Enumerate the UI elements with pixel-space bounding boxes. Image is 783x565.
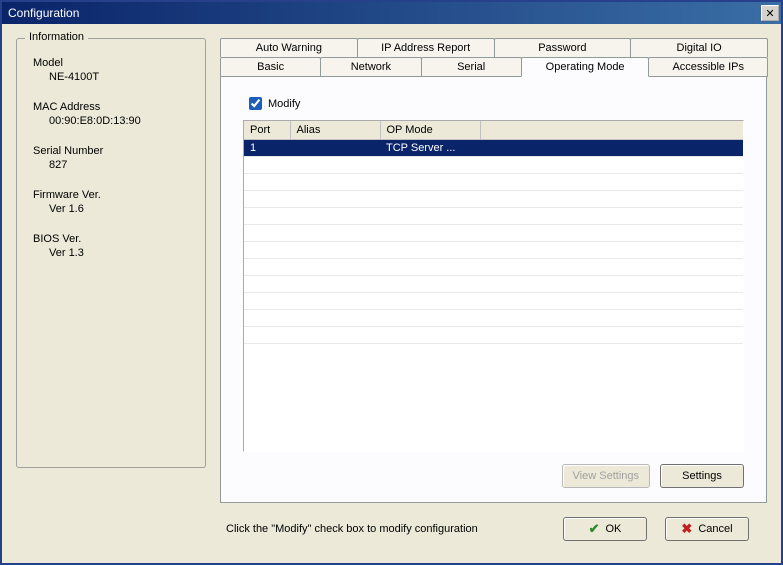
- col-header-opmode[interactable]: OP Mode: [380, 121, 480, 139]
- cell-spacer: [480, 139, 743, 156]
- information-groupbox: Information Model NE-4100T MAC Address 0…: [16, 38, 206, 468]
- footer-hint: Click the "Modify" check box to modify c…: [226, 523, 478, 535]
- titlebar: Configuration ✕: [2, 2, 781, 24]
- tab-digital-io[interactable]: Digital IO: [630, 38, 768, 57]
- bios-label: BIOS Ver.: [33, 233, 195, 245]
- tab-password[interactable]: Password: [494, 38, 632, 57]
- table-buttons-row: View Settings Settings: [243, 464, 744, 488]
- port-table[interactable]: Port Alias OP Mode 1 TCP S: [243, 120, 744, 452]
- footer: Click the "Modify" check box to modify c…: [16, 503, 767, 555]
- tabs-area: Auto Warning IP Address Report Password …: [220, 38, 767, 503]
- serial-value: 827: [49, 159, 195, 171]
- table-row: .: [244, 326, 743, 343]
- table-row: .: [244, 258, 743, 275]
- close-icon: ✕: [765, 7, 774, 20]
- table-row: .: [244, 207, 743, 224]
- ok-label: OK: [606, 523, 622, 535]
- tab-content-operating-mode: Modify Port Alias OP Mode: [220, 76, 767, 503]
- table-row: .: [244, 275, 743, 292]
- check-icon: ✔: [589, 521, 600, 537]
- tab-accessible-ips[interactable]: Accessible IPs: [648, 57, 768, 77]
- cancel-button[interactable]: ✖ Cancel: [665, 517, 749, 541]
- upper-area: Information Model NE-4100T MAC Address 0…: [16, 38, 767, 503]
- table-row: .: [244, 190, 743, 207]
- footer-buttons: ✔ OK ✖ Cancel: [563, 517, 749, 541]
- tab-ip-report[interactable]: IP Address Report: [357, 38, 495, 57]
- information-legend: Information: [25, 31, 88, 43]
- mac-label: MAC Address: [33, 101, 195, 113]
- tab-basic[interactable]: Basic: [220, 57, 321, 77]
- settings-button[interactable]: Settings: [660, 464, 744, 488]
- tab-network[interactable]: Network: [320, 57, 421, 77]
- ok-button[interactable]: ✔ OK: [563, 517, 647, 541]
- cell-opmode: TCP Server ...: [380, 139, 480, 156]
- table-row: .: [244, 173, 743, 190]
- modify-label: Modify: [268, 98, 300, 110]
- window-body: Information Model NE-4100T MAC Address 0…: [2, 24, 781, 563]
- col-header-spacer: [480, 121, 743, 139]
- tab-auto-warning[interactable]: Auto Warning: [220, 38, 358, 57]
- serial-label: Serial Number: [33, 145, 195, 157]
- config-window: Configuration ✕ Information Model NE-410…: [0, 0, 783, 565]
- cell-port: 1: [244, 139, 290, 156]
- modify-row: Modify: [249, 97, 744, 110]
- x-icon: ✖: [681, 521, 692, 537]
- firmware-value: Ver 1.6: [49, 203, 195, 215]
- table-row: .: [244, 241, 743, 258]
- tab-row-bottom: Basic Network Serial Operating Mode Acce…: [220, 57, 767, 77]
- model-label: Model: [33, 57, 195, 69]
- col-header-port[interactable]: Port: [244, 121, 290, 139]
- tab-row-top: Auto Warning IP Address Report Password …: [220, 38, 767, 57]
- firmware-label: Firmware Ver.: [33, 189, 195, 201]
- mac-value: 00:90:E8:0D:13:90: [49, 115, 195, 127]
- table-row: .: [244, 224, 743, 241]
- cell-alias: [290, 139, 380, 156]
- table-row[interactable]: 1 TCP Server ...: [244, 139, 743, 156]
- window-title: Configuration: [8, 6, 79, 20]
- modify-checkbox[interactable]: [249, 97, 262, 110]
- cancel-label: Cancel: [698, 523, 732, 535]
- table-header-row: Port Alias OP Mode: [244, 121, 743, 139]
- table-body: 1 TCP Server ... . . . . . .: [244, 139, 743, 343]
- col-header-alias[interactable]: Alias: [290, 121, 380, 139]
- view-settings-button: View Settings: [562, 464, 650, 488]
- table-row: .: [244, 292, 743, 309]
- tab-rows: Auto Warning IP Address Report Password …: [220, 38, 767, 77]
- bios-value: Ver 1.3: [49, 247, 195, 259]
- table-row: .: [244, 309, 743, 326]
- table-row: .: [244, 156, 743, 173]
- tab-operating-mode[interactable]: Operating Mode: [521, 57, 650, 77]
- close-button[interactable]: ✕: [761, 5, 779, 21]
- tab-serial[interactable]: Serial: [421, 57, 522, 77]
- model-value: NE-4100T: [49, 71, 195, 83]
